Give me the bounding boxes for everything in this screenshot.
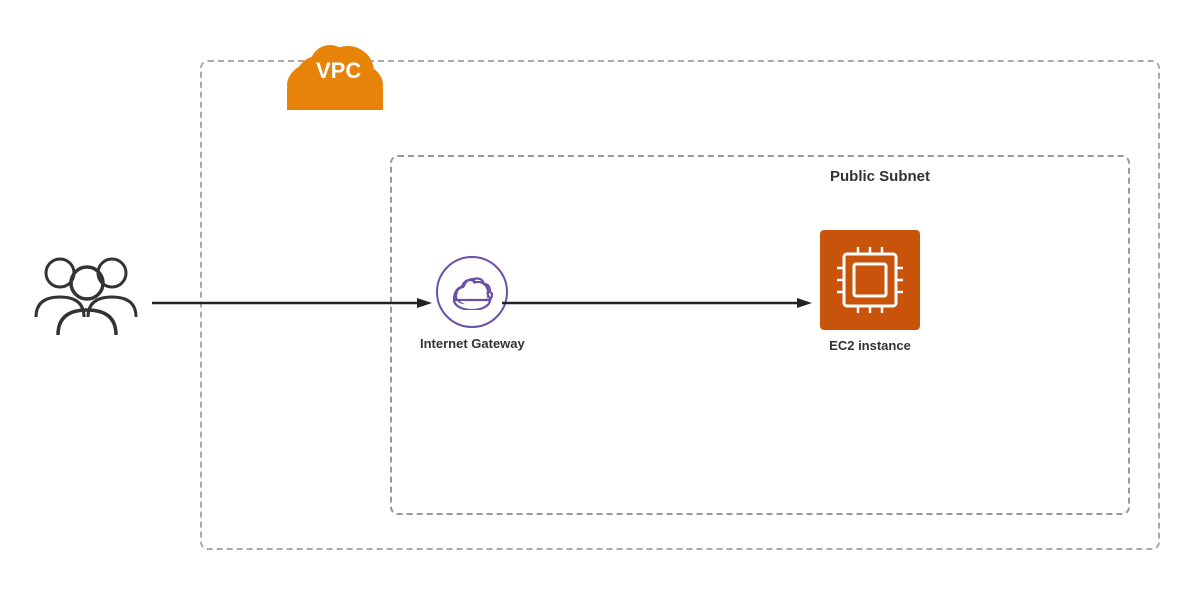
- ec2-label: EC2 instance: [829, 338, 911, 353]
- internet-gateway-label: Internet Gateway: [420, 336, 525, 351]
- diagram-canvas: VPC Public Subnet: [0, 0, 1200, 600]
- ec2-instance: EC2 instance: [820, 230, 920, 353]
- subnet-label: Public Subnet: [830, 168, 930, 185]
- vpc-label: VPC: [316, 58, 361, 84]
- internet-gateway-icon: [436, 256, 508, 328]
- arrow-users-to-gateway: [152, 296, 432, 310]
- ec2-icon: [820, 230, 920, 330]
- users-icon: [30, 245, 150, 350]
- arrow-gateway-to-ec2: [502, 296, 812, 310]
